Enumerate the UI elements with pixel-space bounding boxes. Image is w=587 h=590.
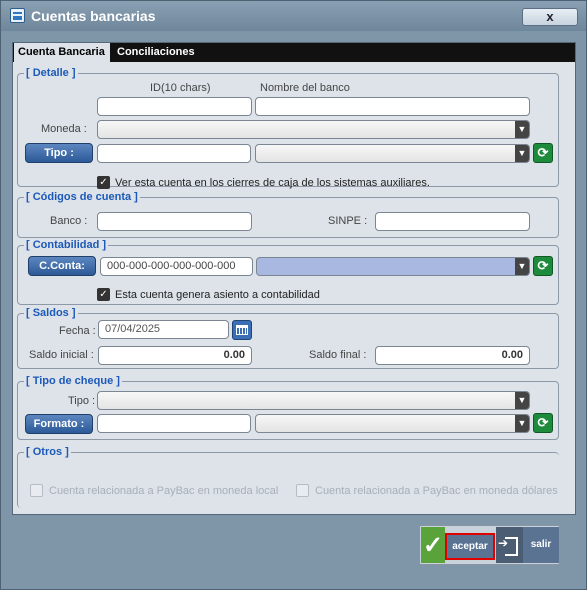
- cconta-select[interactable]: ▼: [256, 257, 530, 276]
- paybac-dolares-checkbox[interactable]: [296, 484, 309, 497]
- codigos-legend: [ Códigos de cuenta ]: [24, 191, 140, 203]
- dialog-window: Cuentas bancarias x Cuenta Bancaria Conc…: [0, 0, 587, 590]
- banco-label: Banco :: [50, 215, 88, 227]
- sinpe-label: SINPE :: [328, 215, 368, 227]
- paybac-local-checkbox[interactable]: [30, 484, 43, 497]
- asiento-checkbox[interactable]: ✓: [97, 288, 110, 301]
- checkmark-icon: [421, 527, 445, 563]
- formato-select[interactable]: ▼: [255, 414, 530, 433]
- otros-legend: [ Otros ]: [24, 446, 71, 458]
- chevron-down-icon: ▼: [515, 392, 529, 409]
- id-input[interactable]: [97, 97, 252, 116]
- accept-button[interactable]: aceptar: [445, 533, 495, 560]
- window-title: Cuentas bancarias: [31, 8, 156, 24]
- tab-bar: Cuenta Bancaria Conciliaciones: [13, 43, 575, 62]
- calendar-icon[interactable]: [232, 320, 252, 340]
- refresh-icon[interactable]: ⟳: [533, 413, 553, 433]
- cheque-tipo-label: Tipo :: [68, 395, 96, 407]
- saldo-final-input[interactable]: 0.00: [375, 346, 530, 365]
- paybac-dolares-label: Cuenta relacionada a PayBac en moneda dó…: [315, 485, 558, 497]
- sinpe-input[interactable]: [375, 212, 530, 231]
- formato-input[interactable]: [97, 414, 251, 433]
- chevron-down-icon: ▼: [515, 121, 529, 138]
- contabilidad-legend: [ Contabilidad ]: [24, 239, 109, 251]
- tipo-select[interactable]: ▼: [255, 144, 530, 163]
- exit-button[interactable]: salir: [523, 527, 559, 563]
- tab-conciliaciones[interactable]: Conciliaciones: [113, 43, 199, 62]
- close-button[interactable]: x: [522, 8, 578, 26]
- saldo-inicial-label: Saldo inicial :: [29, 349, 94, 361]
- id-label: ID(10 chars): [150, 82, 211, 94]
- nombre-banco-input[interactable]: [255, 97, 530, 116]
- exit-icon: [496, 527, 523, 563]
- cierres-checkbox-label: Ver esta cuenta en los cierres de caja d…: [115, 177, 430, 189]
- tab-content: Cuenta Bancaria Conciliaciones [ Detalle…: [12, 42, 576, 515]
- tab-cuenta-bancaria[interactable]: Cuenta Bancaria: [14, 43, 110, 62]
- asiento-checkbox-label: Esta cuenta genera asiento a contabilida…: [115, 289, 320, 301]
- tipo-input[interactable]: [97, 144, 251, 163]
- cheque-tipo-select[interactable]: ▼: [97, 391, 530, 410]
- moneda-label: Moneda :: [41, 123, 87, 135]
- fecha-input[interactable]: 07/04/2025: [98, 320, 229, 339]
- saldos-legend: [ Saldos ]: [24, 307, 78, 319]
- nombre-banco-label: Nombre del banco: [260, 82, 350, 94]
- chevron-down-icon: ▼: [515, 145, 529, 162]
- detalle-legend: [ Detalle ]: [24, 67, 78, 79]
- refresh-icon[interactable]: ⟳: [533, 143, 553, 163]
- tipo-cheque-legend: [ Tipo de cheque ]: [24, 375, 122, 387]
- bank-card-icon: [10, 8, 25, 23]
- cconta-input[interactable]: 000-000-000-000-000-000: [100, 257, 253, 276]
- tipo-button[interactable]: Tipo :: [25, 143, 93, 163]
- fecha-label: Fecha :: [59, 325, 96, 337]
- otros-group: [ Otros ]: [17, 446, 559, 508]
- title-bar: Cuentas bancarias x: [1, 1, 586, 31]
- paybac-local-label: Cuenta relacionada a PayBac en moneda lo…: [49, 485, 279, 497]
- chevron-down-icon: ▼: [515, 415, 529, 432]
- chevron-down-icon: ▼: [515, 258, 529, 275]
- refresh-icon[interactable]: ⟳: [533, 256, 553, 276]
- cierres-checkbox[interactable]: ✓: [97, 176, 110, 189]
- saldo-inicial-input[interactable]: 0.00: [98, 346, 252, 365]
- footer-actions: aceptar salir: [419, 525, 560, 565]
- formato-button[interactable]: Formato :: [25, 414, 93, 434]
- cconta-button[interactable]: C.Conta:: [28, 256, 96, 276]
- moneda-select[interactable]: ▼: [97, 120, 530, 139]
- banco-input[interactable]: [97, 212, 252, 231]
- saldo-final-label: Saldo final :: [309, 349, 367, 361]
